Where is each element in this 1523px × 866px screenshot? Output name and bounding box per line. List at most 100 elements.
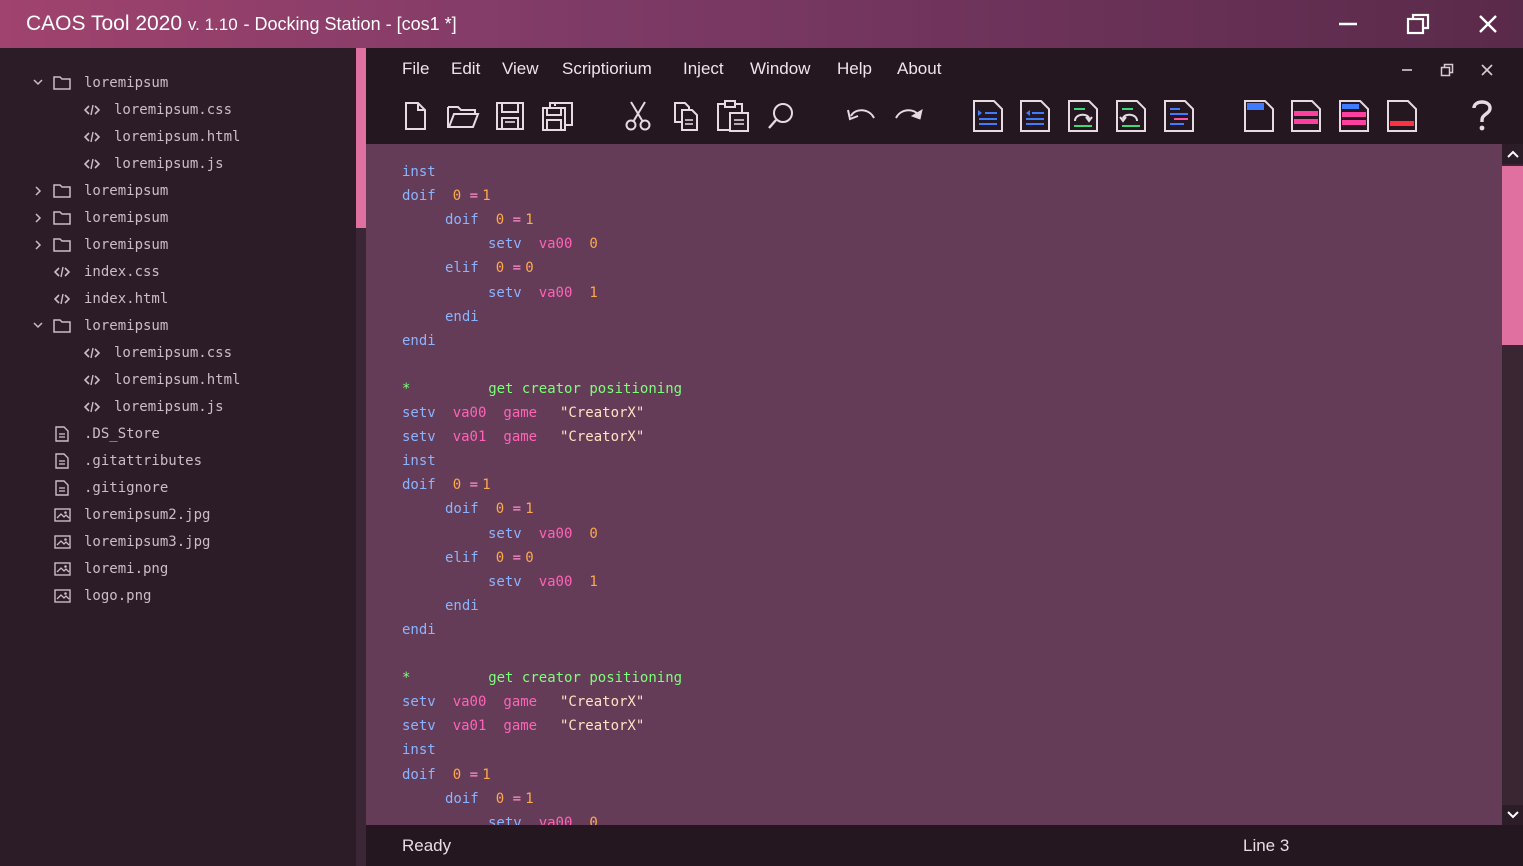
- menu-about[interactable]: About: [897, 59, 941, 79]
- help-button[interactable]: [1464, 96, 1500, 136]
- outdent-icon: [1020, 100, 1050, 132]
- format-icon: [1164, 100, 1194, 132]
- tree-item-label: .gitattributes: [84, 452, 203, 469]
- code-token: endi: [402, 332, 436, 349]
- menu-edit[interactable]: Edit: [451, 59, 480, 79]
- doc-close-button[interactable]: [1477, 60, 1497, 80]
- tree-folder[interactable]: loremipsum: [0, 312, 356, 339]
- tree-folder[interactable]: loremipsum: [0, 177, 356, 204]
- code-token: setv: [488, 236, 522, 253]
- menu-file[interactable]: File: [402, 59, 429, 79]
- code-token: get creator positioning: [488, 670, 683, 687]
- tree-file[interactable]: .gitattributes: [0, 447, 356, 474]
- tree-folder[interactable]: loremipsum: [0, 231, 356, 258]
- comment-button[interactable]: [1065, 96, 1101, 136]
- menu-window[interactable]: Window: [750, 59, 810, 79]
- code-token: game: [503, 718, 538, 735]
- tree-toggle[interactable]: [32, 212, 44, 224]
- scroll-up-button[interactable]: [1502, 144, 1523, 164]
- tree-file[interactable]: loremipsum3.jpg: [0, 528, 356, 555]
- doc-restore-button[interactable]: [1437, 60, 1457, 80]
- tree-item-icon: [53, 425, 71, 442]
- open-button[interactable]: [445, 96, 481, 136]
- tree-file[interactable]: loremi.png: [0, 555, 356, 582]
- tree-file[interactable]: loremipsum.html: [0, 366, 356, 393]
- tree-item-label: index.css: [84, 263, 160, 280]
- chevron-right-icon: [34, 185, 41, 196]
- code-editor[interactable]: inst doif 0 = 1 doif 0 = 1 setv va00 0 elif 0 = 0 setv va…: [366, 144, 1502, 825]
- tree-file[interactable]: logo.png: [0, 582, 356, 609]
- tree-toggle[interactable]: [32, 185, 44, 197]
- tree-file[interactable]: loremipsum.css: [0, 96, 356, 123]
- tree-item-icon: [53, 264, 71, 280]
- cut-button[interactable]: [620, 96, 656, 136]
- save-button[interactable]: [492, 96, 528, 136]
- inject-event-button[interactable]: [1288, 96, 1324, 136]
- copy-button[interactable]: [668, 96, 704, 136]
- code-token: va00: [538, 236, 573, 253]
- tree-item-label: index.html: [84, 290, 169, 307]
- code-token: =: [512, 212, 522, 229]
- tree-file[interactable]: index.css: [0, 258, 356, 285]
- tree-file[interactable]: loremipsum.js: [0, 150, 356, 177]
- tree-toggle[interactable]: [32, 239, 44, 251]
- tree-toggle[interactable]: [32, 77, 44, 89]
- outdent-button[interactable]: [1017, 96, 1053, 136]
- file-icon: [55, 425, 69, 442]
- code-token: *: [402, 380, 411, 397]
- toolbar: [366, 96, 1523, 140]
- scroll-down-button[interactable]: [1502, 805, 1523, 825]
- menu-view[interactable]: View: [502, 59, 539, 79]
- code-file-icon: [54, 266, 70, 277]
- tree-file[interactable]: .gitignore: [0, 474, 356, 501]
- redo-button[interactable]: [891, 96, 927, 136]
- tree-file[interactable]: loremipsum.html: [0, 123, 356, 150]
- close-button[interactable]: [1453, 0, 1523, 48]
- tree-file[interactable]: index.html: [0, 285, 356, 312]
- menu-scriptiorium[interactable]: Scriptiorium: [562, 59, 652, 79]
- save-all-button[interactable]: [540, 96, 576, 136]
- editor-scrollbar-thumb[interactable]: [1502, 166, 1523, 345]
- search-button[interactable]: [763, 96, 799, 136]
- inject-event-icon: [1291, 100, 1321, 132]
- tree-file[interactable]: loremipsum2.jpg: [0, 501, 356, 528]
- code-file-icon: [54, 293, 70, 304]
- tree-file[interactable]: .DS_Store: [0, 420, 356, 447]
- tree-item-icon: [53, 210, 71, 226]
- tree-folder[interactable]: loremipsum: [0, 204, 356, 231]
- tree-file[interactable]: loremipsum.css: [0, 339, 356, 366]
- tree-item-icon: [83, 399, 101, 415]
- tree-file[interactable]: loremipsum.js: [0, 393, 356, 420]
- restore-button[interactable]: [1383, 0, 1453, 48]
- tree-toggle[interactable]: [32, 320, 44, 332]
- minimize-button[interactable]: [1313, 0, 1383, 48]
- tree-item-icon: [53, 291, 71, 307]
- code-token: setv: [488, 525, 522, 542]
- search-icon: [768, 103, 793, 129]
- indent-button[interactable]: [970, 96, 1006, 136]
- paste-button[interactable]: [715, 96, 751, 136]
- code-token: *: [402, 670, 411, 687]
- tree-item-icon: [53, 183, 71, 199]
- sidebar-scrollbar-thumb[interactable]: [356, 48, 366, 228]
- code-token: elif: [445, 260, 479, 277]
- format-button[interactable]: [1161, 96, 1197, 136]
- code-token: "CreatorX": [560, 405, 645, 421]
- inject-install-button[interactable]: [1241, 96, 1277, 136]
- tree-item-label: logo.png: [84, 587, 152, 604]
- menu-inject[interactable]: Inject: [683, 59, 724, 79]
- uncomment-button[interactable]: [1113, 96, 1149, 136]
- file-icon: [55, 452, 69, 469]
- code-file-icon: [84, 347, 100, 358]
- tree-item-label: loremipsum.js: [114, 398, 224, 415]
- undo-button[interactable]: [843, 96, 879, 136]
- code-token: =: [512, 501, 522, 518]
- menu-help[interactable]: Help: [837, 59, 872, 79]
- inject-remove-button[interactable]: [1384, 96, 1420, 136]
- code-token: =: [469, 188, 479, 205]
- inject-all-button[interactable]: [1336, 96, 1372, 136]
- doc-minimize-button[interactable]: [1397, 60, 1417, 80]
- code-token: va01: [452, 718, 487, 735]
- tree-folder[interactable]: loremipsum: [0, 69, 356, 96]
- new-file-button[interactable]: [397, 96, 433, 136]
